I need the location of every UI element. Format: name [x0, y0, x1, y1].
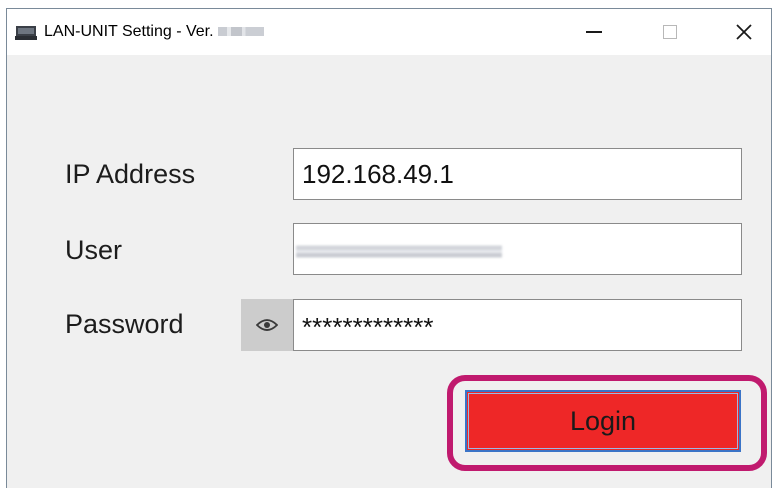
show-password-button[interactable] — [241, 299, 293, 351]
version-redacted — [217, 27, 264, 37]
app-window: LAN-UNIT Setting - Ver. IP Address 192.1… — [6, 8, 772, 488]
ip-address-input[interactable]: 192.168.49.1 — [293, 148, 742, 200]
minimize-icon — [586, 31, 602, 33]
password-input[interactable]: ************* — [293, 299, 742, 351]
close-button[interactable] — [721, 9, 767, 55]
title-bar[interactable]: LAN-UNIT Setting - Ver. — [7, 9, 771, 55]
minimize-button[interactable] — [571, 9, 617, 55]
user-label: User — [65, 235, 123, 265]
login-button[interactable]: Login — [465, 390, 741, 452]
user-input[interactable] — [293, 223, 742, 275]
window-title: LAN-UNIT Setting - Ver. — [44, 23, 264, 41]
app-icon — [15, 26, 37, 40]
password-label: Password — [65, 309, 184, 339]
maximize-icon — [663, 25, 677, 39]
maximize-button[interactable] — [647, 9, 693, 55]
user-value-redacted — [296, 242, 502, 260]
eye-icon — [256, 319, 278, 331]
close-icon — [736, 24, 752, 40]
ip-address-label: IP Address — [65, 159, 196, 189]
